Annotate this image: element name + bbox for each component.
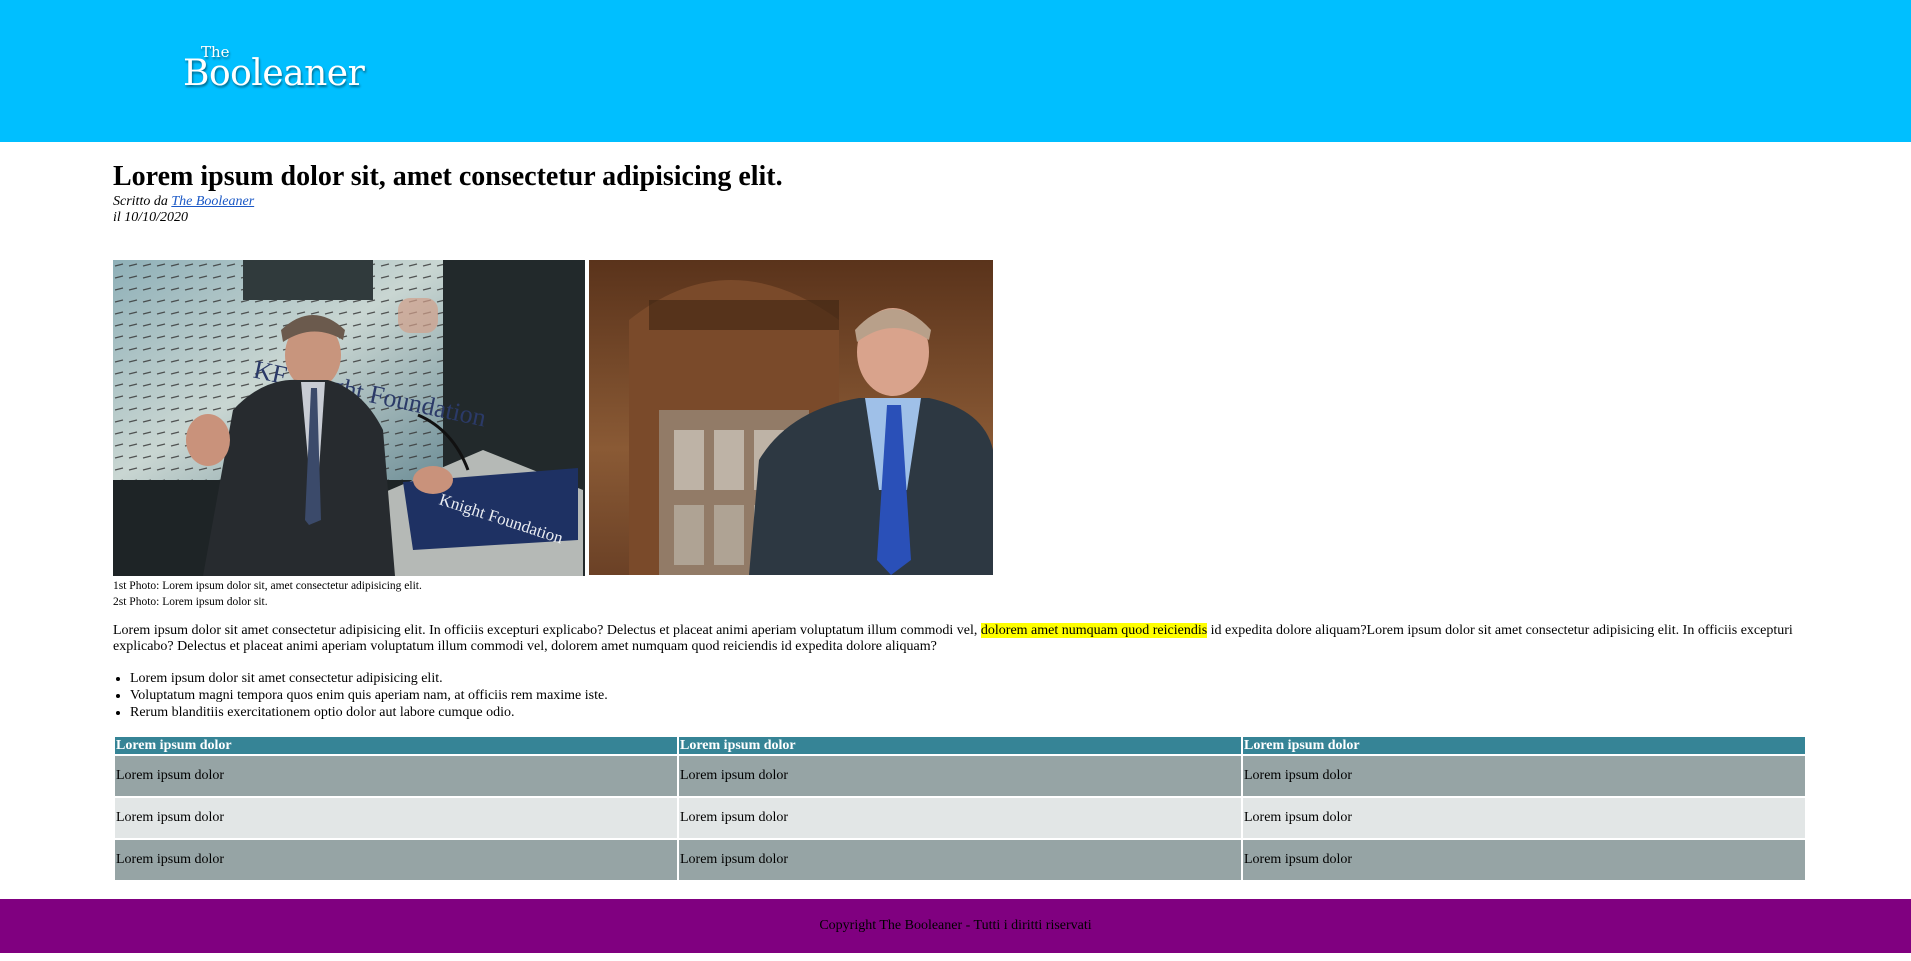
table-cell: Lorem ipsum dolor [115, 798, 677, 838]
copyright-text: Copyright The Booleaner - Tutti i diritt… [819, 918, 1092, 933]
caption-1: 1st Photo: Lorem ipsum dolor sit, amet c… [113, 580, 422, 592]
photo-portrait-hall [589, 260, 993, 575]
site-footer: Copyright The Booleaner - Tutti i diritt… [0, 899, 1911, 953]
article-byline: Scritto da The Booleaner [113, 194, 254, 210]
table-cell: Lorem ipsum dolor [679, 840, 1241, 880]
table-cell: Lorem ipsum dolor [1243, 798, 1805, 838]
table-cell: Lorem ipsum dolor [1243, 840, 1805, 880]
byline-prefix: Scritto da [113, 194, 168, 209]
table-cell: Lorem ipsum dolor [1243, 756, 1805, 796]
photo-speaker-podium: KF Knight Foundation Knight Foundation [113, 260, 585, 576]
article-title: Lorem ipsum dolor sit, amet consectetur … [113, 161, 783, 192]
table-row: Lorem ipsum dolor Lorem ipsum dolor Lore… [115, 840, 1805, 880]
table-row: Lorem ipsum dolor Lorem ipsum dolor Lore… [115, 798, 1805, 838]
site-logo[interactable]: The Booleaner [183, 44, 383, 95]
site-header: The Booleaner [0, 0, 1911, 142]
list-item: Lorem ipsum dolor sit amet consectetur a… [130, 670, 608, 687]
photo-2-image [589, 260, 993, 575]
table-row: Lorem ipsum dolor Lorem ipsum dolor Lore… [115, 756, 1805, 796]
caption-2: 2st Photo: Lorem ipsum dolor sit. [113, 596, 268, 608]
data-table: Lorem ipsum dolor Lorem ipsum dolor Lore… [113, 735, 1807, 882]
bullet-list: Lorem ipsum dolor sit amet consectetur a… [113, 670, 608, 721]
table-cell: Lorem ipsum dolor [679, 798, 1241, 838]
table-cell: Lorem ipsum dolor [115, 840, 677, 880]
article-paragraph: Lorem ipsum dolor sit amet consectetur a… [113, 623, 1805, 655]
photo-1-image: KF Knight Foundation Knight Foundation [113, 260, 585, 576]
author-link[interactable]: The Booleaner [171, 194, 254, 209]
article-date: il 10/10/2020 [113, 210, 189, 225]
table-cell: Lorem ipsum dolor [679, 756, 1241, 796]
table-header-row: Lorem ipsum dolor Lorem ipsum dolor Lore… [115, 737, 1805, 754]
table-header-cell: Lorem ipsum dolor [1243, 737, 1805, 754]
table-header-cell: Lorem ipsum dolor [115, 737, 677, 754]
photo-captions: 1st Photo: Lorem ipsum dolor sit, amet c… [113, 578, 422, 610]
table-cell: Lorem ipsum dolor [115, 756, 677, 796]
table-header-cell: Lorem ipsum dolor [679, 737, 1241, 754]
list-item: Voluptatum magni tempora quos enim quis … [130, 687, 608, 704]
highlighted-text: dolorem amet numquam quod reiciendis [980, 623, 1208, 638]
list-item: Rerum blanditiis exercitationem optio do… [130, 704, 608, 721]
logo-name: Booleaner [183, 53, 365, 94]
paragraph-text-start: Lorem ipsum dolor sit amet consectetur a… [113, 623, 981, 638]
